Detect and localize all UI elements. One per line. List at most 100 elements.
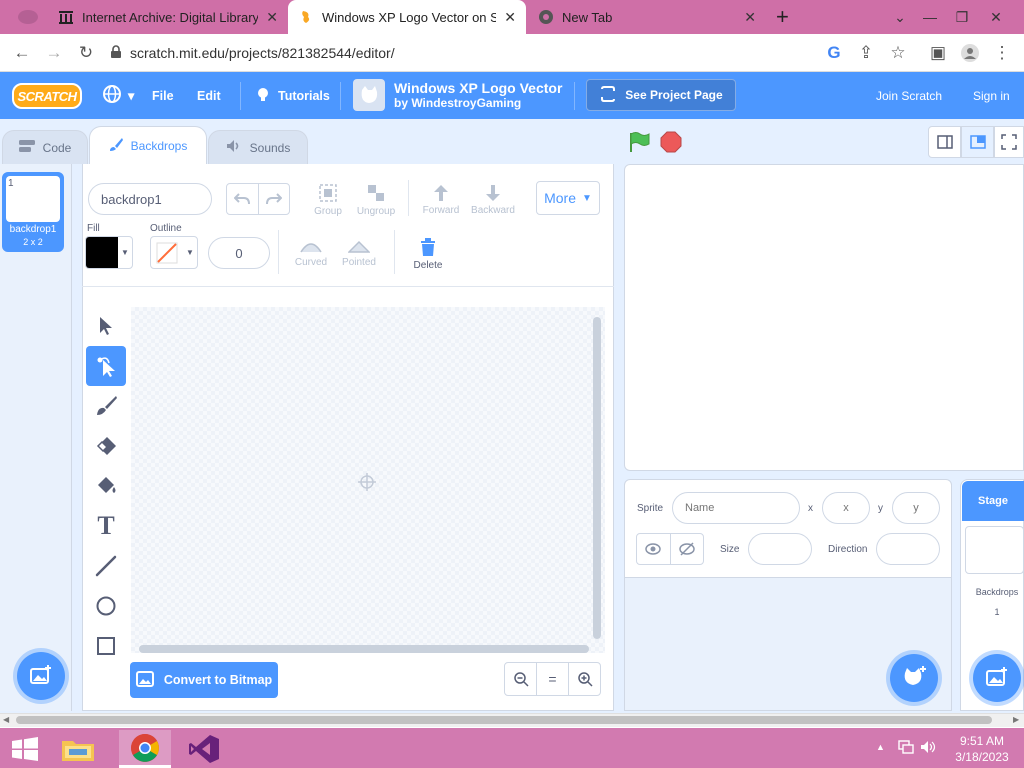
x-position-input[interactable]: [822, 492, 870, 524]
project-title[interactable]: Windows XP Logo Vector: [394, 80, 562, 96]
forward-icon[interactable]: →: [40, 34, 68, 72]
choose-sprite-button[interactable]: [890, 654, 938, 702]
file-explorer-taskbar-button[interactable]: [55, 730, 101, 768]
tutorials-button[interactable]: Tutorials: [254, 72, 330, 119]
canvas-horizontal-scrollbar[interactable]: [139, 645, 589, 653]
close-tab-icon[interactable]: ✕: [744, 9, 756, 26]
system-clock[interactable]: 9:51 AM 3/18/2023: [944, 733, 1020, 765]
reshape-tool[interactable]: [86, 346, 126, 386]
minimize-icon[interactable]: —: [914, 0, 946, 34]
text-tool[interactable]: T: [86, 506, 126, 546]
eraser-tool[interactable]: [86, 426, 126, 466]
tab-code[interactable]: Code: [2, 130, 88, 164]
backward-button[interactable]: Backward: [468, 180, 518, 220]
network-icon[interactable]: [898, 740, 914, 757]
small-stage-button[interactable]: [928, 126, 961, 158]
ungroup-button[interactable]: Ungroup: [354, 180, 398, 220]
see-project-page-button[interactable]: See Project Page: [586, 79, 736, 111]
menu-kebab-icon[interactable]: ⋮: [988, 34, 1016, 72]
back-icon[interactable]: ←: [8, 34, 36, 72]
zoom-out-button[interactable]: [504, 662, 537, 696]
redo-icon[interactable]: [259, 184, 290, 214]
google-icon[interactable]: G: [820, 34, 848, 72]
scratch-logo[interactable]: SCRATCH: [12, 83, 82, 109]
join-scratch-link[interactable]: Join Scratch: [876, 72, 942, 119]
tab-backdrops[interactable]: Backdrops: [89, 126, 207, 164]
show-hidden-icons-icon[interactable]: ▲: [876, 742, 885, 752]
undo-icon[interactable]: [227, 184, 259, 214]
canvas-vertical-scrollbar[interactable]: [593, 317, 601, 639]
language-menu[interactable]: ▾: [102, 72, 134, 119]
share-icon[interactable]: ⇪: [852, 34, 880, 72]
visual-studio-taskbar-button[interactable]: [181, 730, 227, 768]
fill-color-picker[interactable]: ▼: [85, 236, 133, 269]
tab-sounds[interactable]: Sounds: [208, 130, 308, 164]
backdrop-tile[interactable]: 1 backdrop1 2 x 2: [2, 172, 64, 252]
select-tool[interactable]: [86, 306, 126, 346]
close-tab-icon[interactable]: ✕: [504, 9, 516, 26]
hide-eye-icon[interactable]: [671, 534, 704, 564]
show-eye-icon[interactable]: [637, 534, 671, 564]
outline-color-picker[interactable]: ▼: [150, 236, 198, 269]
restore-icon[interactable]: ❐: [946, 0, 978, 34]
stage-canvas[interactable]: [624, 164, 1024, 471]
costume-name-input[interactable]: backdrop1: [88, 183, 212, 215]
zoom-reset-button[interactable]: =: [536, 662, 569, 696]
file-menu[interactable]: File: [152, 72, 174, 119]
large-stage-button[interactable]: [961, 126, 994, 158]
backdrop-name: backdrop1: [9, 224, 57, 235]
group-button[interactable]: Group: [306, 180, 350, 220]
choose-stage-backdrop-button[interactable]: [973, 654, 1021, 702]
scrollbar-thumb[interactable]: [16, 716, 992, 724]
curved-button[interactable]: Curved: [290, 236, 332, 272]
delete-button[interactable]: Delete: [406, 234, 450, 274]
large-stage-icon: [969, 135, 986, 149]
reload-icon[interactable]: ↻: [72, 34, 100, 72]
choose-backdrop-button[interactable]: [17, 652, 65, 700]
image-add-icon: [29, 664, 53, 689]
speaker-icon: [226, 139, 242, 156]
tab-search-icon[interactable]: [12, 8, 44, 26]
more-menu-button[interactable]: More ▼: [536, 181, 600, 215]
chevron-down-icon[interactable]: ⌄: [884, 0, 916, 34]
ungroup-label: Ungroup: [356, 206, 396, 217]
sprite-name-input[interactable]: [672, 492, 800, 524]
stop-icon[interactable]: [660, 131, 682, 156]
tab-internet-archive[interactable]: Internet Archive: Digital Library o ✕: [48, 0, 288, 34]
new-tab-button[interactable]: +: [776, 4, 789, 30]
line-tool[interactable]: [86, 546, 126, 586]
pointed-button[interactable]: Pointed: [338, 236, 380, 272]
chrome-taskbar-button[interactable]: [119, 730, 171, 768]
tab-new-tab[interactable]: New Tab ✕: [528, 0, 766, 34]
sign-in-link[interactable]: Sign in: [973, 72, 1010, 119]
close-window-icon[interactable]: ✕: [980, 0, 1012, 34]
zoom-in-button[interactable]: [568, 662, 601, 696]
outline-width-input[interactable]: 0: [208, 237, 270, 269]
scroll-right-icon[interactable]: ▶: [1013, 715, 1019, 724]
bookmark-star-icon[interactable]: ☆: [884, 34, 912, 72]
url-field[interactable]: scratch.mit.edu/projects/821382544/edito…: [110, 40, 810, 66]
scroll-left-icon[interactable]: ◀: [3, 715, 9, 724]
close-tab-icon[interactable]: ✕: [266, 9, 278, 26]
rectangle-tool[interactable]: [86, 626, 126, 666]
direction-input[interactable]: [876, 533, 940, 565]
y-position-input[interactable]: [892, 492, 940, 524]
forward-button[interactable]: Forward: [418, 180, 464, 220]
archive-icon: [58, 9, 74, 25]
visibility-toggle: [636, 533, 704, 565]
edit-menu[interactable]: Edit: [197, 72, 221, 119]
side-panel-icon[interactable]: ▣: [924, 34, 952, 72]
tab-scratch-project[interactable]: Windows XP Logo Vector on Scra ✕: [288, 0, 526, 34]
size-input[interactable]: [748, 533, 812, 565]
start-button[interactable]: [2, 730, 48, 768]
volume-icon[interactable]: [920, 740, 938, 757]
fill-tool[interactable]: [86, 466, 126, 506]
profile-icon[interactable]: [956, 34, 984, 72]
fullscreen-button[interactable]: [994, 126, 1024, 158]
convert-to-bitmap-button[interactable]: Convert to Bitmap: [130, 662, 278, 698]
brush-tool[interactable]: [86, 386, 126, 426]
size-label: Size: [720, 544, 740, 555]
green-flag-icon[interactable]: [628, 131, 650, 156]
circle-tool[interactable]: [86, 586, 126, 626]
no-outline-swatch: [151, 237, 183, 268]
